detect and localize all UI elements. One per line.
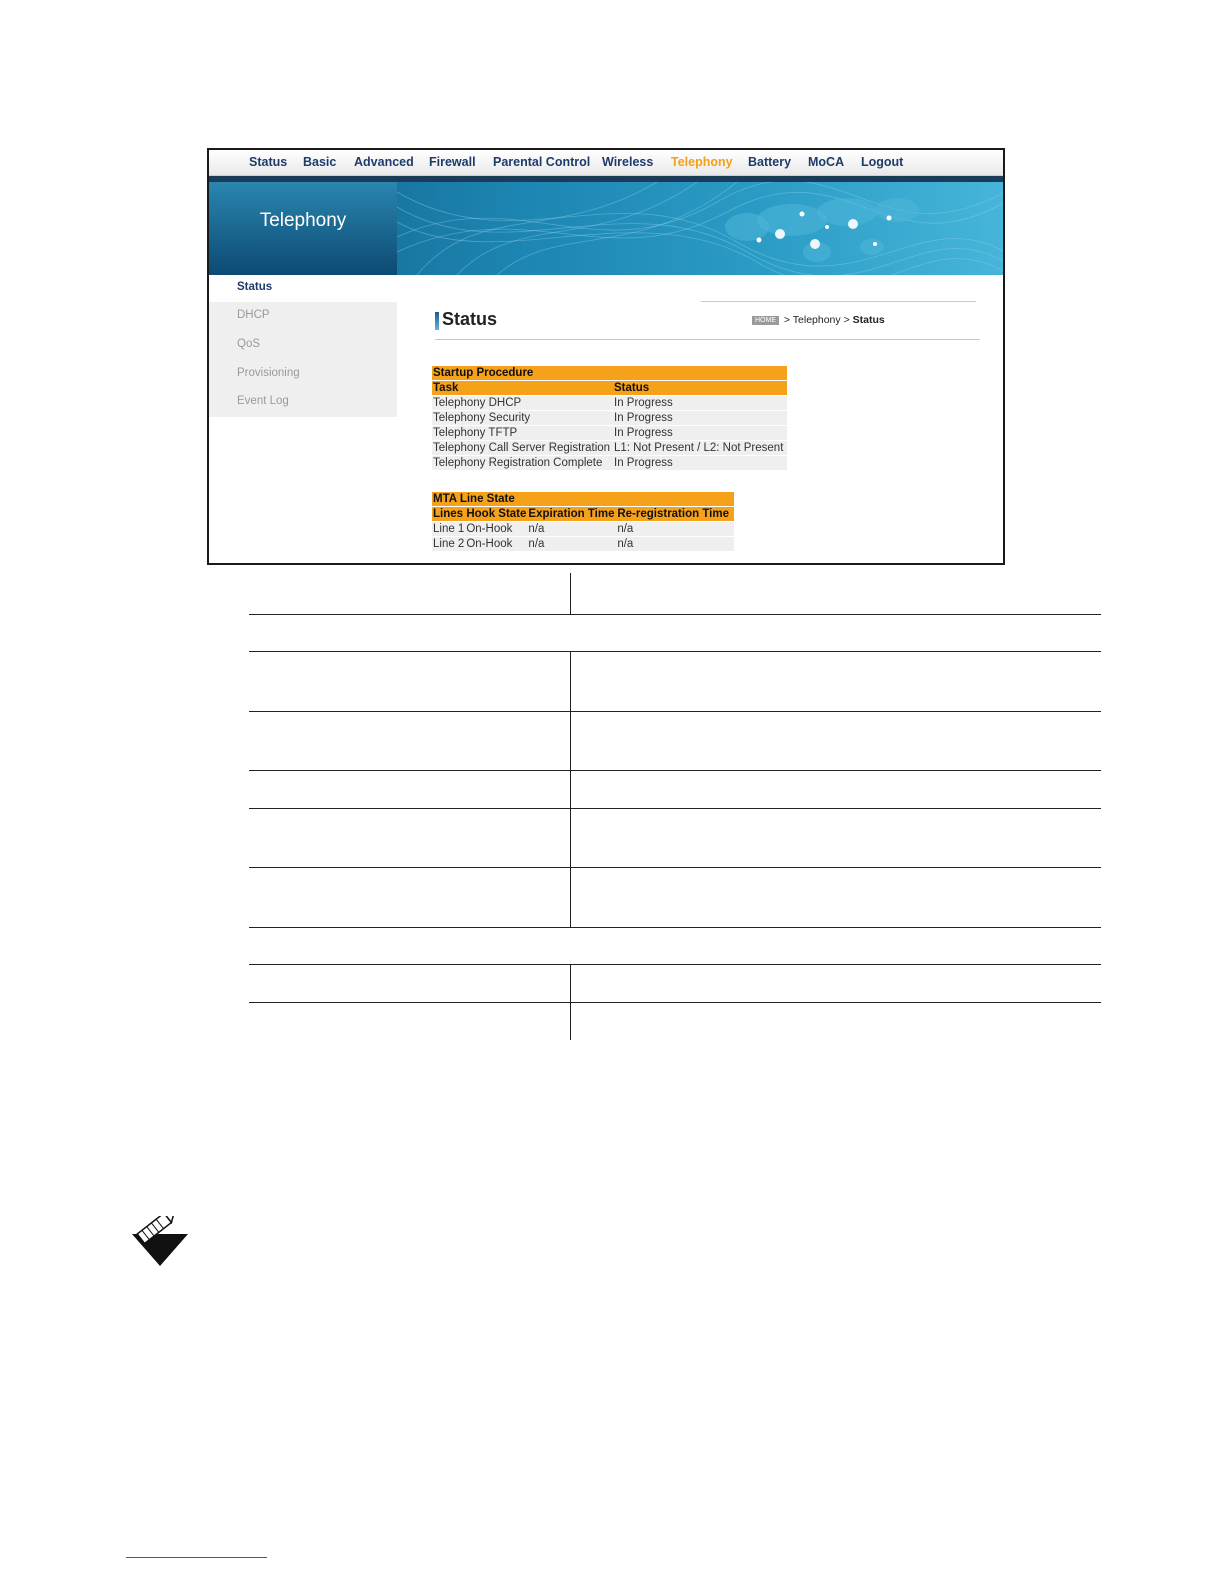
table-row: Line 2 On-Hook n/a n/a — [432, 536, 734, 551]
sidebar-item-event-log[interactable]: Event Log — [237, 395, 289, 407]
note-pencil-icon — [132, 1216, 188, 1266]
sidebar: Status DHCP QoS Provisioning Event Log — [209, 275, 397, 417]
expiration-cell: n/a — [527, 536, 617, 551]
task-cell: Telephony Registration Complete — [432, 455, 613, 470]
table-rule — [249, 1002, 1101, 1003]
title-rule-bottom — [435, 339, 980, 340]
nav-firewall[interactable]: Firewall — [429, 155, 476, 169]
table-row: Telephony TFTP In Progress — [432, 425, 787, 441]
status-cell: In Progress — [613, 455, 787, 470]
hook-state-cell: On-Hook — [465, 536, 528, 551]
column-header: Re-registration Time — [616, 506, 734, 522]
table-row: Telephony DHCP In Progress — [432, 395, 787, 411]
column-header: Lines — [432, 506, 466, 522]
column-header: Expiration Time — [527, 506, 617, 522]
sidebar-item-dhcp[interactable]: DHCP — [237, 309, 270, 321]
table-title: Startup Procedure — [432, 366, 787, 381]
table-title: MTA Line State — [432, 492, 734, 507]
world-map-network-graphic — [397, 182, 1003, 275]
nav-battery[interactable]: Battery — [748, 155, 791, 169]
title-accent-bar — [435, 312, 439, 330]
nav-basic[interactable]: Basic — [303, 155, 336, 169]
nav-advanced[interactable]: Advanced — [354, 155, 414, 169]
line-cell: Line 2 — [432, 536, 466, 551]
reregistration-cell: n/a — [616, 536, 734, 551]
table-rule — [249, 964, 1101, 965]
table-rule — [249, 651, 1101, 652]
breadcrumb-current: Status — [852, 314, 885, 326]
table-row: Telephony Registration Complete In Progr… — [432, 455, 787, 470]
top-navigation: Status Basic Advanced Firewall Parental … — [209, 150, 1003, 176]
column-header: Status — [613, 380, 787, 396]
startup-procedure-table: Startup Procedure Task Status Telephony … — [432, 366, 787, 470]
table-row: Telephony Call Server Registration L1: N… — [432, 440, 787, 456]
task-cell: Telephony Call Server Registration — [432, 440, 613, 456]
status-cell: In Progress — [613, 395, 787, 411]
reregistration-cell: n/a — [616, 521, 734, 537]
status-cell: In Progress — [613, 410, 787, 426]
nav-status[interactable]: Status — [249, 155, 287, 169]
breadcrumb-section[interactable]: Telephony — [793, 314, 841, 326]
table-rule — [249, 867, 1101, 868]
sidebar-item-qos[interactable]: QoS — [237, 338, 260, 350]
table-rule — [249, 711, 1101, 712]
table-rule — [249, 927, 1101, 928]
breadcrumb: HOME > Telephony > Status — [752, 314, 885, 326]
title-rule-top — [701, 301, 976, 302]
table-column-divider — [570, 573, 571, 614]
line-cell: Line 1 — [432, 521, 466, 537]
sidebar-item-provisioning[interactable]: Provisioning — [237, 367, 300, 379]
table-rule — [249, 808, 1101, 809]
banner-title: Telephony — [259, 210, 347, 231]
nav-logout[interactable]: Logout — [861, 155, 903, 169]
task-cell: Telephony TFTP — [432, 425, 613, 441]
home-icon[interactable]: HOME — [752, 316, 779, 325]
mta-line-state-table: MTA Line State Lines Hook State Expirati… — [432, 492, 734, 551]
task-cell: Telephony Security — [432, 410, 613, 426]
breadcrumb-separator: > — [781, 314, 793, 326]
status-cell: L1: Not Present / L2: Not Present — [613, 440, 787, 456]
status-cell: In Progress — [613, 425, 787, 441]
table-row: Telephony Security In Progress — [432, 410, 787, 426]
router-ui-screenshot: Status Basic Advanced Firewall Parental … — [207, 148, 1005, 565]
task-cell: Telephony DHCP — [432, 395, 613, 411]
sidebar-item-status[interactable]: Status — [237, 281, 272, 293]
nav-moca[interactable]: MoCA — [808, 155, 844, 169]
table-rule — [249, 614, 1101, 615]
nav-wireless[interactable]: Wireless — [602, 155, 653, 169]
nav-telephony[interactable]: Telephony — [671, 155, 733, 169]
table-rule — [249, 770, 1101, 771]
nav-parental-control[interactable]: Parental Control — [493, 155, 590, 169]
table-column-divider — [570, 651, 571, 927]
page-title: Status — [442, 309, 498, 329]
banner-title-box: Telephony — [209, 182, 397, 275]
column-header: Task — [432, 380, 613, 396]
expiration-cell: n/a — [527, 521, 617, 537]
page-banner: Telephony — [209, 182, 1003, 275]
table-row: Line 1 On-Hook n/a n/a — [432, 521, 734, 537]
column-header: Hook State — [465, 506, 528, 522]
breadcrumb-separator: > — [840, 314, 853, 326]
footer-link-underline[interactable] — [126, 1557, 267, 1558]
hook-state-cell: On-Hook — [465, 521, 528, 537]
